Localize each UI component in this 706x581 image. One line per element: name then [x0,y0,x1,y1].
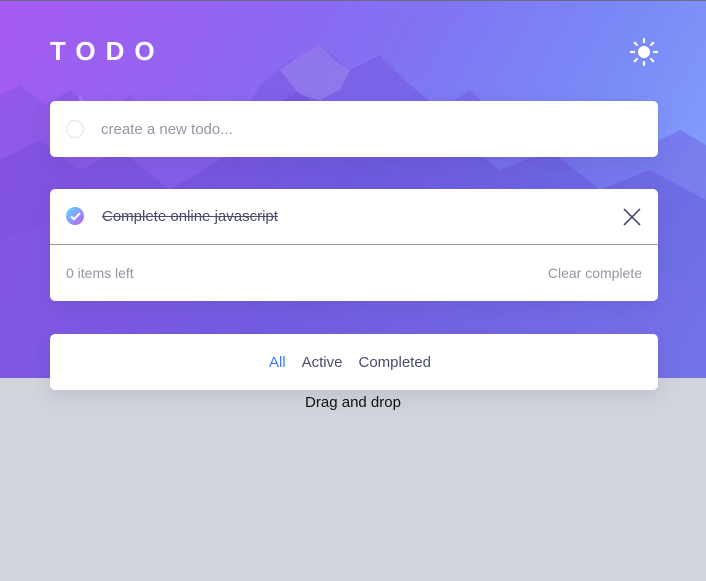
filter-active[interactable]: Active [302,354,343,371]
check-icon [69,211,81,221]
filter-completed[interactable]: Completed [358,354,431,371]
list-footer: 0 items left Clear complete [50,245,658,301]
filter-bar: All Active Completed [50,334,658,390]
list-item[interactable]: Complete online javascript [50,189,658,245]
close-icon [623,208,641,226]
new-todo-form [50,101,658,157]
items-left-count: 0 items left [66,265,134,281]
sun-icon [629,37,659,67]
drag-drop-hint: Drag and drop [305,394,401,411]
completed-checkbox[interactable] [66,207,84,225]
todo-list: Complete online javascript 0 items left … [50,189,658,301]
app-title: TODO [50,36,165,66]
window-top-border [0,0,706,1]
filter-group: All Active Completed [50,334,658,390]
new-todo-input[interactable] [101,117,641,141]
theme-toggle-button[interactable] [629,37,659,67]
filter-all[interactable]: All [269,354,286,371]
todo-text: Complete online javascript [102,208,278,225]
delete-todo-button[interactable] [622,207,642,227]
clear-completed-button[interactable]: Clear complete [548,265,642,281]
new-todo-check-circle[interactable] [66,120,84,138]
